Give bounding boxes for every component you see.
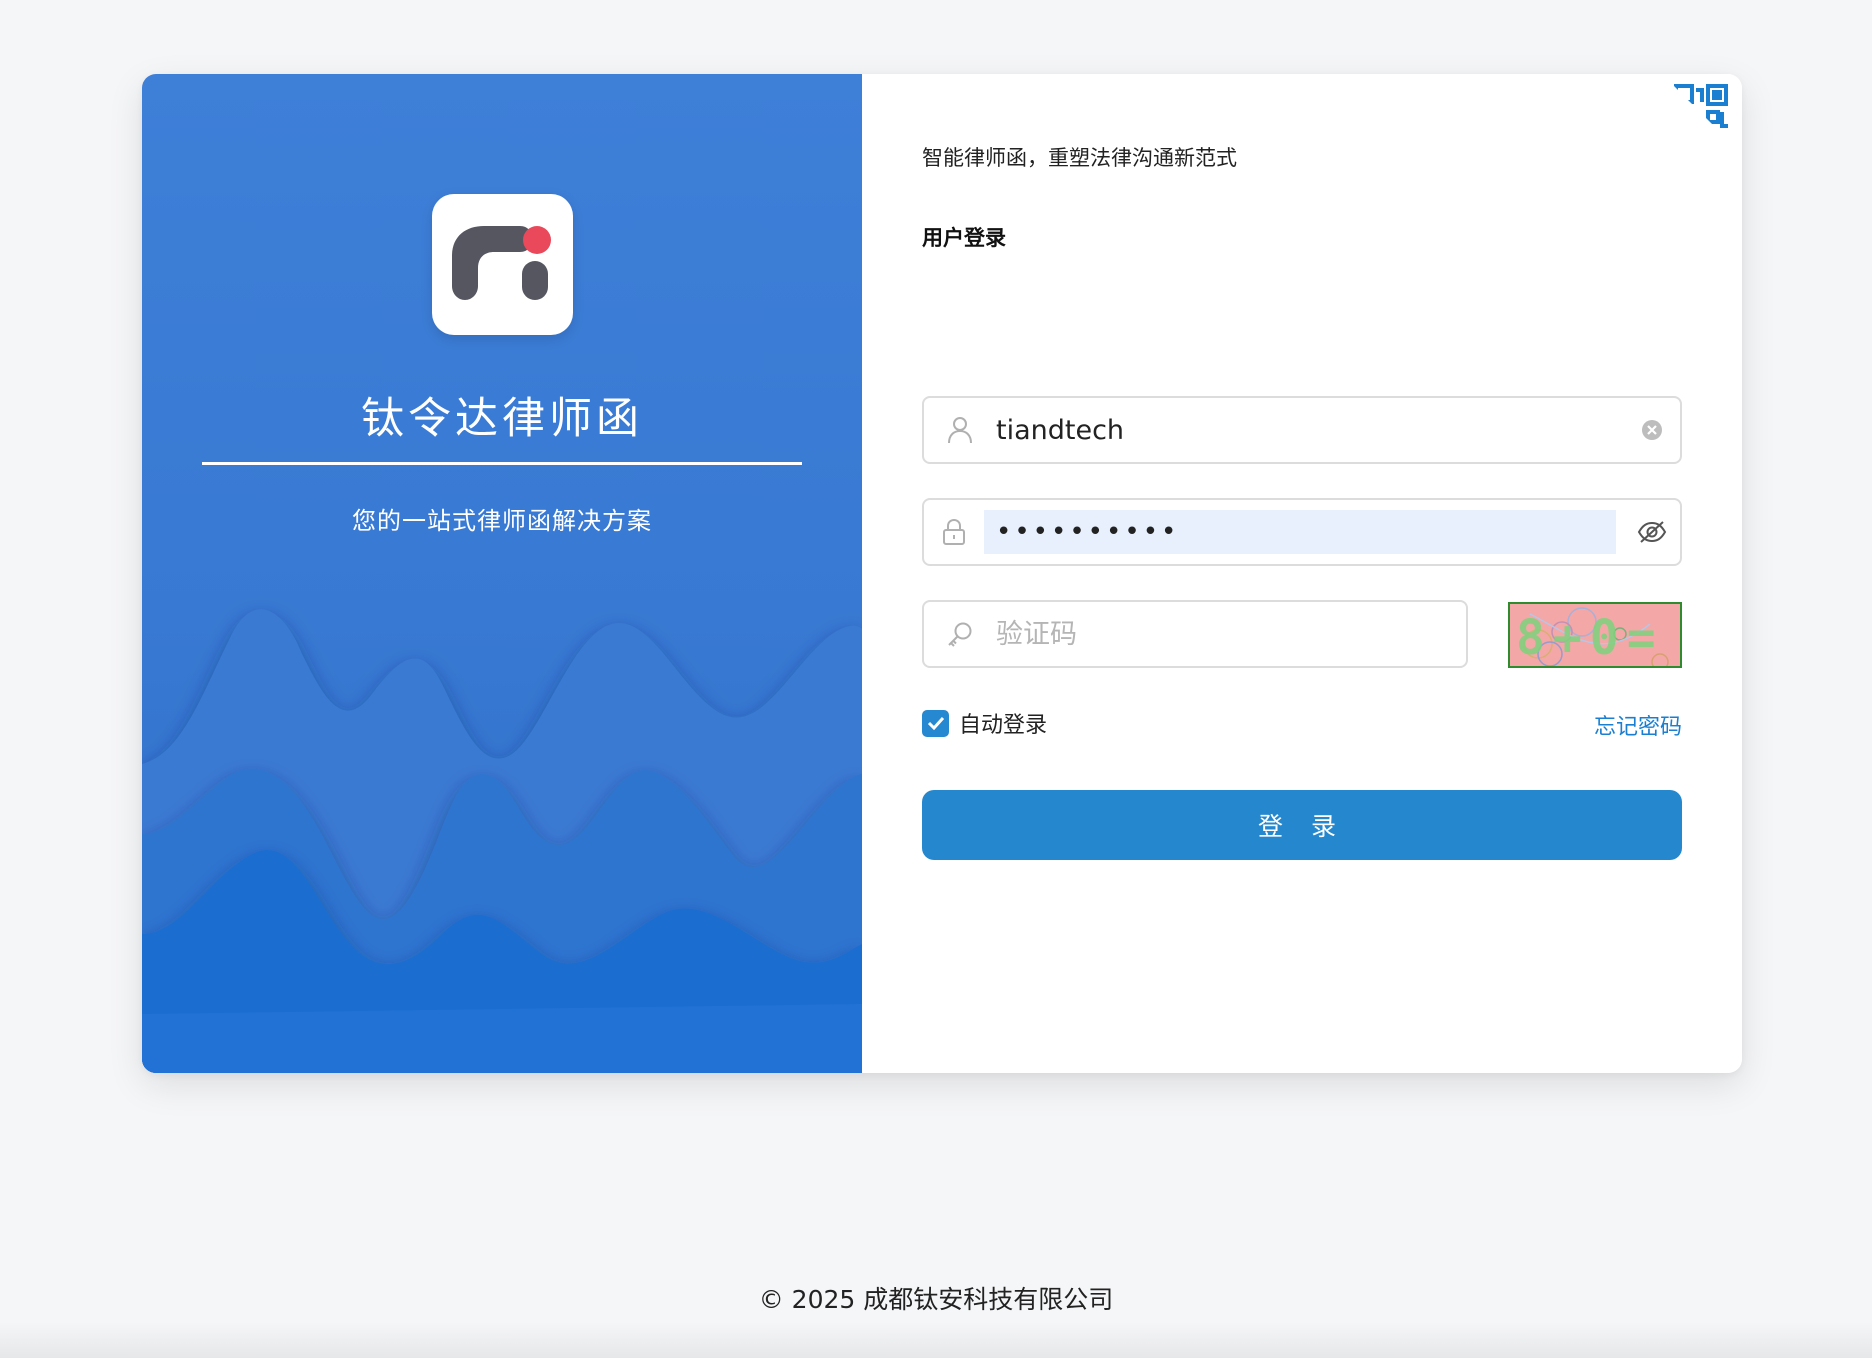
captcha-text: 8+0=: [1516, 610, 1664, 666]
slogan-text: 智能律师函，重塑法律沟通新范式: [922, 146, 1237, 170]
username-field: [922, 396, 1682, 464]
login-button[interactable]: 登 录: [922, 790, 1682, 860]
key-icon: [924, 602, 996, 666]
login-panel: 智能律师函，重塑法律沟通新范式 用户登录 tiandtech 验证码 8+0= …: [862, 74, 1742, 1073]
eye-off-icon[interactable]: [1624, 500, 1680, 564]
brand-panel: 钛令达律师函 您的一站式律师函解决方案: [142, 74, 862, 1073]
checkbox-checked-icon[interactable]: [922, 709, 949, 737]
password-input[interactable]: [984, 510, 1616, 554]
username-input[interactable]: [996, 408, 1624, 452]
footer-copyright: © 2025 成都钛安科技有限公司: [758, 1285, 1114, 1314]
auto-login-label: 自动登录: [959, 713, 1048, 738]
captcha-field: [922, 600, 1468, 668]
auto-login-checkbox[interactable]: 自动登录: [922, 707, 1047, 739]
login-card: 钛令达律师函 您的一站式律师函解决方案 智能律师函，重塑法律沟通新范式 用户登录…: [142, 74, 1742, 1073]
brand-divider: [202, 462, 802, 465]
clear-icon[interactable]: [1624, 398, 1680, 462]
login-page: 钛令达律师函 您的一站式律师函解决方案 智能律师函，重塑法律沟通新范式 用户登录…: [0, 0, 1872, 1358]
brand-logo: [432, 194, 573, 335]
lock-icon: [924, 500, 984, 564]
ri-logo-icon: [452, 226, 551, 300]
captcha-input[interactable]: [996, 612, 1466, 656]
captcha-graphic: 8+0=: [1510, 604, 1680, 666]
qr-code-icon[interactable]: [1670, 82, 1732, 144]
login-title: 用户登录: [922, 226, 1006, 250]
captcha-image[interactable]: 8+0=: [1508, 602, 1682, 668]
brand-subtitle: 您的一站式律师函解决方案: [352, 507, 652, 535]
brand-title: 钛令达律师函: [361, 394, 643, 444]
bottom-fade: [0, 1322, 1872, 1358]
forgot-password-link[interactable]: 忘记密码: [1594, 709, 1682, 741]
password-field: [922, 498, 1682, 566]
user-icon: [924, 398, 996, 462]
